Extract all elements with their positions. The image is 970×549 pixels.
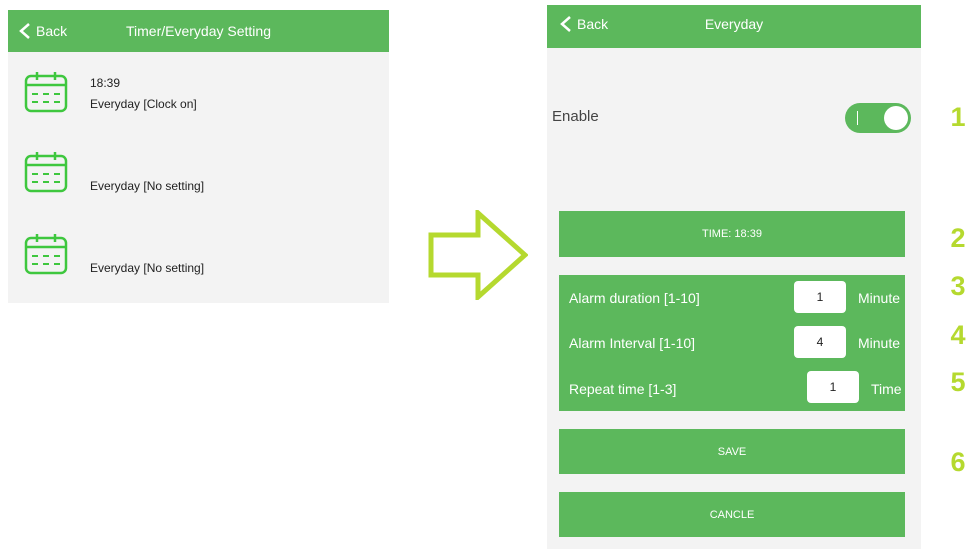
repeat-time-unit: Time: [871, 381, 902, 397]
alarm-settings-panel: Alarm duration [1-10] Minute Alarm Inter…: [559, 275, 905, 411]
enable-toggle[interactable]: [845, 103, 911, 133]
back-label: Back: [577, 16, 609, 32]
list-item[interactable]: Everyday [No setting]: [8, 228, 389, 308]
calendar-icon: [24, 72, 68, 113]
back-label: Back: [36, 23, 68, 39]
list-item[interactable]: 18:39 Everyday [Clock on]: [8, 65, 389, 145]
save-button[interactable]: SAVE: [559, 429, 905, 474]
list-item[interactable]: Everyday [No setting]: [8, 147, 389, 227]
alarm-interval-label: Alarm Interval [1-10]: [569, 335, 696, 351]
alarm-duration-input[interactable]: [794, 281, 846, 313]
annotation-number: 1: [950, 102, 966, 132]
chevron-left-icon: [560, 16, 571, 32]
top-bar: Timer/Everyday Setting Back: [8, 10, 389, 52]
alarm-interval-unit: Minute: [858, 335, 901, 351]
annotation-number: 6: [950, 447, 966, 477]
annotation-number: 2: [950, 223, 966, 253]
top-bar: Everyday Back: [547, 5, 921, 48]
annotation-number: 4: [950, 320, 966, 350]
timer-list-screen: Timer/Everyday Setting Back 18:39 Everyd…: [8, 10, 389, 303]
enable-label: Enable: [552, 108, 599, 125]
alarm-duration-label: Alarm duration [1-10]: [569, 290, 700, 306]
item-label: Everyday [Clock on]: [90, 97, 197, 111]
back-button[interactable]: Back: [559, 5, 608, 43]
time-button[interactable]: TIME: 18:39: [559, 211, 905, 257]
item-label: Everyday [No setting]: [90, 261, 205, 275]
repeat-time-label: Repeat time [1-3]: [569, 381, 677, 397]
item-label: Everyday [No setting]: [90, 179, 205, 193]
alarm-duration-unit: Minute: [858, 290, 901, 306]
toggle-on-mark: [857, 111, 858, 125]
toggle-knob: [884, 106, 908, 130]
chevron-left-icon: [19, 23, 30, 39]
calendar-icon: [24, 152, 68, 193]
back-button[interactable]: Back: [18, 10, 67, 52]
everyday-settings-screen: Everyday Back Enable TIME: 18:39 Alarm d…: [547, 5, 921, 549]
calendar-icon: [24, 234, 68, 275]
arrow-right-outline-icon: [428, 210, 528, 300]
item-time: 18:39: [90, 76, 121, 90]
annotation-number: 3: [950, 271, 966, 301]
cancel-button[interactable]: CANCLE: [559, 492, 905, 537]
alarm-interval-input[interactable]: [794, 326, 846, 358]
annotation-number: 5: [950, 367, 966, 397]
repeat-time-input[interactable]: [807, 371, 859, 403]
